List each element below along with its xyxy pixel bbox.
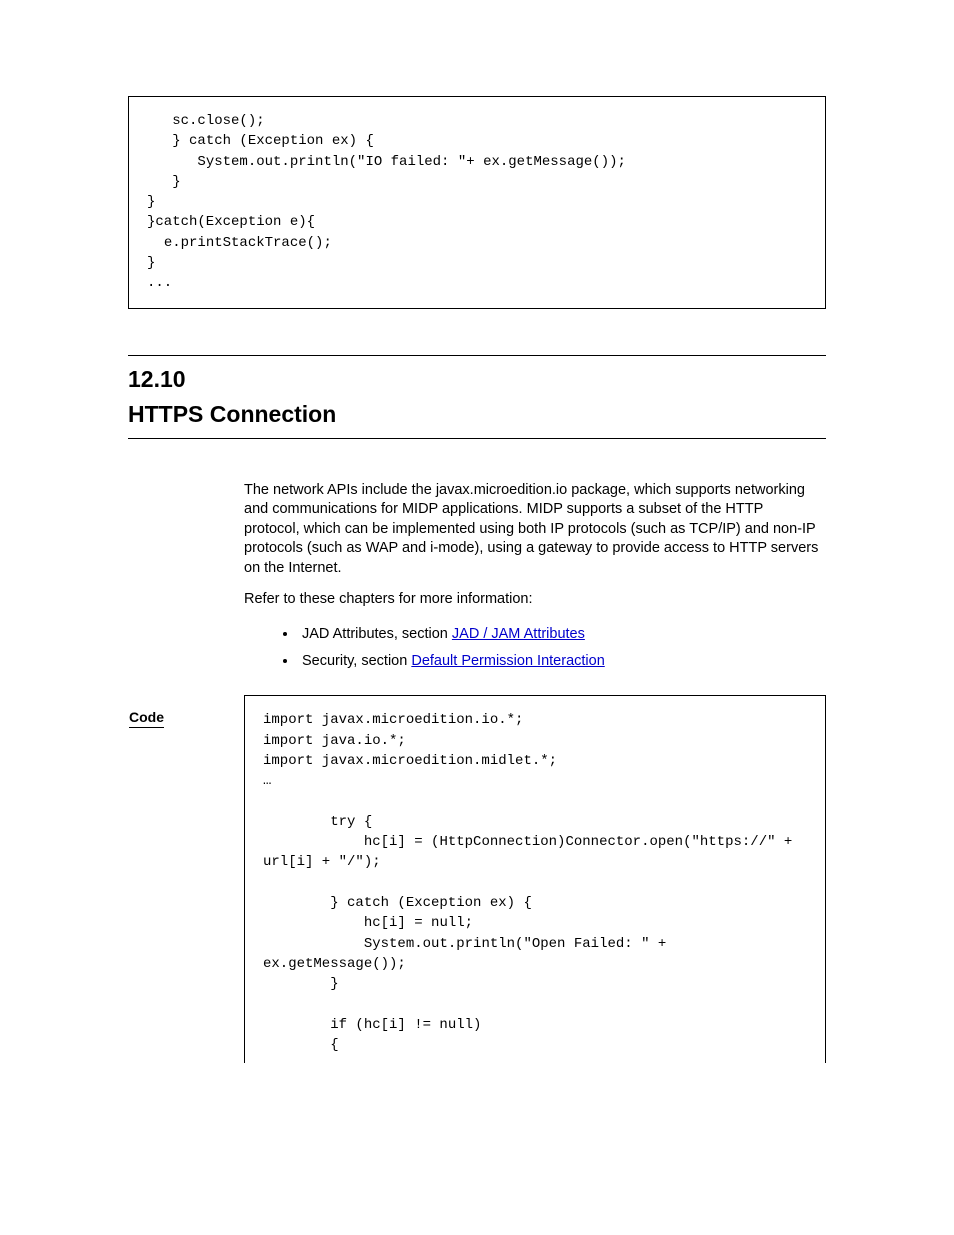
code-block-upper: sc.close(); } catch (Exception ex) { Sys…	[128, 96, 826, 309]
reference-list: JAD Attributes, section JAD / JAM Attrib…	[298, 622, 786, 673]
section-number: 12.10	[128, 366, 826, 393]
link-jad-attributes[interactable]: JAD / JAM Attributes	[452, 626, 585, 642]
link-permission-interaction[interactable]: Default Permission Interaction	[411, 653, 604, 669]
list-item: JAD Attributes, section JAD / JAM Attrib…	[298, 622, 786, 647]
section-header-block: 12.10 HTTPS Connection	[128, 355, 826, 439]
list-item-text: Security, section	[302, 653, 411, 669]
page: sc.close(); } catch (Exception ex) { Sys…	[0, 0, 954, 1103]
code-sample-container: Code import javax.microedition.io.*; imp…	[244, 695, 826, 1063]
list-item-text: JAD Attributes, section	[302, 626, 452, 642]
section-title: HTTPS Connection	[128, 401, 826, 428]
code-label: Code	[129, 709, 164, 728]
paragraph-refer: Refer to these chapters for more informa…	[244, 590, 826, 610]
code-block-lower: import javax.microedition.io.*; import j…	[244, 695, 826, 1063]
list-item: Security, section Default Permission Int…	[298, 649, 786, 674]
paragraph-intro: The network APIs include the javax.micro…	[244, 481, 826, 579]
